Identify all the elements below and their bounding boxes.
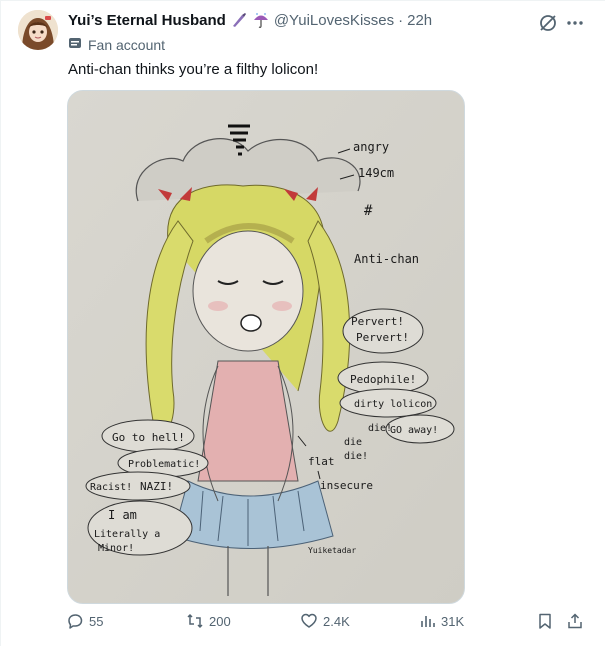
annotation-insecure: insecure [320, 479, 373, 492]
account-label: Fan account [68, 36, 165, 53]
heart-icon [300, 612, 318, 630]
annotation-nazi: NAZI! [140, 480, 173, 493]
fan-account-icon [68, 36, 82, 53]
annotation-die-3: die! [344, 451, 368, 462]
views-button[interactable]: 31K [418, 612, 464, 630]
post-text: Anti-chan thinks you’re a filthy lolicon… [68, 61, 319, 78]
reply-count: 55 [89, 613, 104, 629]
umbrella-emoji-icon [252, 11, 270, 29]
annotation-problematic: Problematic! [128, 459, 200, 470]
like-count: 2.4K [323, 613, 350, 629]
repost-button[interactable]: 200 [186, 612, 231, 630]
share-button[interactable] [566, 612, 584, 630]
annotation-pervert-2: Pervert! [356, 331, 409, 344]
annotation-die-2: die [344, 437, 362, 448]
repost-count: 200 [209, 613, 231, 629]
author-handle[interactable]: @YuiLovesKisses [274, 12, 394, 29]
annotation-die-1: die! [368, 423, 392, 434]
annotation-racist: Racist! [90, 482, 132, 493]
annotation-go-away: GO away! [390, 425, 438, 436]
post-actions: 55 200 2.4K 31K [66, 612, 590, 636]
post-timestamp[interactable]: 22h [407, 12, 432, 29]
svg-text:#: # [364, 203, 373, 219]
annotation-height: 149cm [358, 166, 394, 180]
grok-icon[interactable] [537, 12, 559, 34]
reply-icon [66, 612, 84, 630]
view-count: 31K [441, 613, 465, 629]
account-label-text: Fan account [88, 36, 166, 53]
post-image[interactable]: angry 149cm # Anti-chan Pervert! Pervert… [67, 90, 465, 604]
annotation-angry: angry [353, 140, 389, 154]
more-options-icon[interactable] [564, 12, 586, 34]
views-icon [418, 612, 436, 630]
author-display-name[interactable]: Yui’s Eternal Husband [68, 12, 226, 29]
avatar[interactable] [18, 10, 58, 50]
annotation-name: Anti-chan [354, 252, 419, 266]
bookmark-button[interactable] [536, 612, 554, 630]
share-icon [566, 612, 584, 630]
post-header: Yui’s Eternal Husband @YuiLovesKisses · … [68, 11, 525, 29]
annotation-pervert-1: Pervert! [351, 315, 404, 328]
annotation-literally: Literally a [94, 529, 160, 540]
annotation-go-to-hell: Go to hell! [112, 431, 185, 444]
annotation-dirty-lolicon: dirty lolicon [354, 399, 432, 410]
annotation-minor: Minor! [98, 543, 134, 554]
left-divider [0, 0, 1, 646]
annotation-i-am: I am [108, 508, 137, 522]
artist-signature: Yuiketadar [308, 546, 356, 555]
like-button[interactable]: 2.4K [300, 612, 350, 630]
knife-emoji-icon [230, 11, 248, 29]
reply-button[interactable]: 55 [66, 612, 103, 630]
bookmark-icon [536, 612, 554, 630]
separator-dot: · [398, 11, 404, 29]
top-divider [0, 0, 605, 1]
annotation-flat: flat [308, 455, 335, 468]
annotation-pedophile: Pedophile! [350, 373, 416, 386]
repost-icon [186, 612, 204, 630]
